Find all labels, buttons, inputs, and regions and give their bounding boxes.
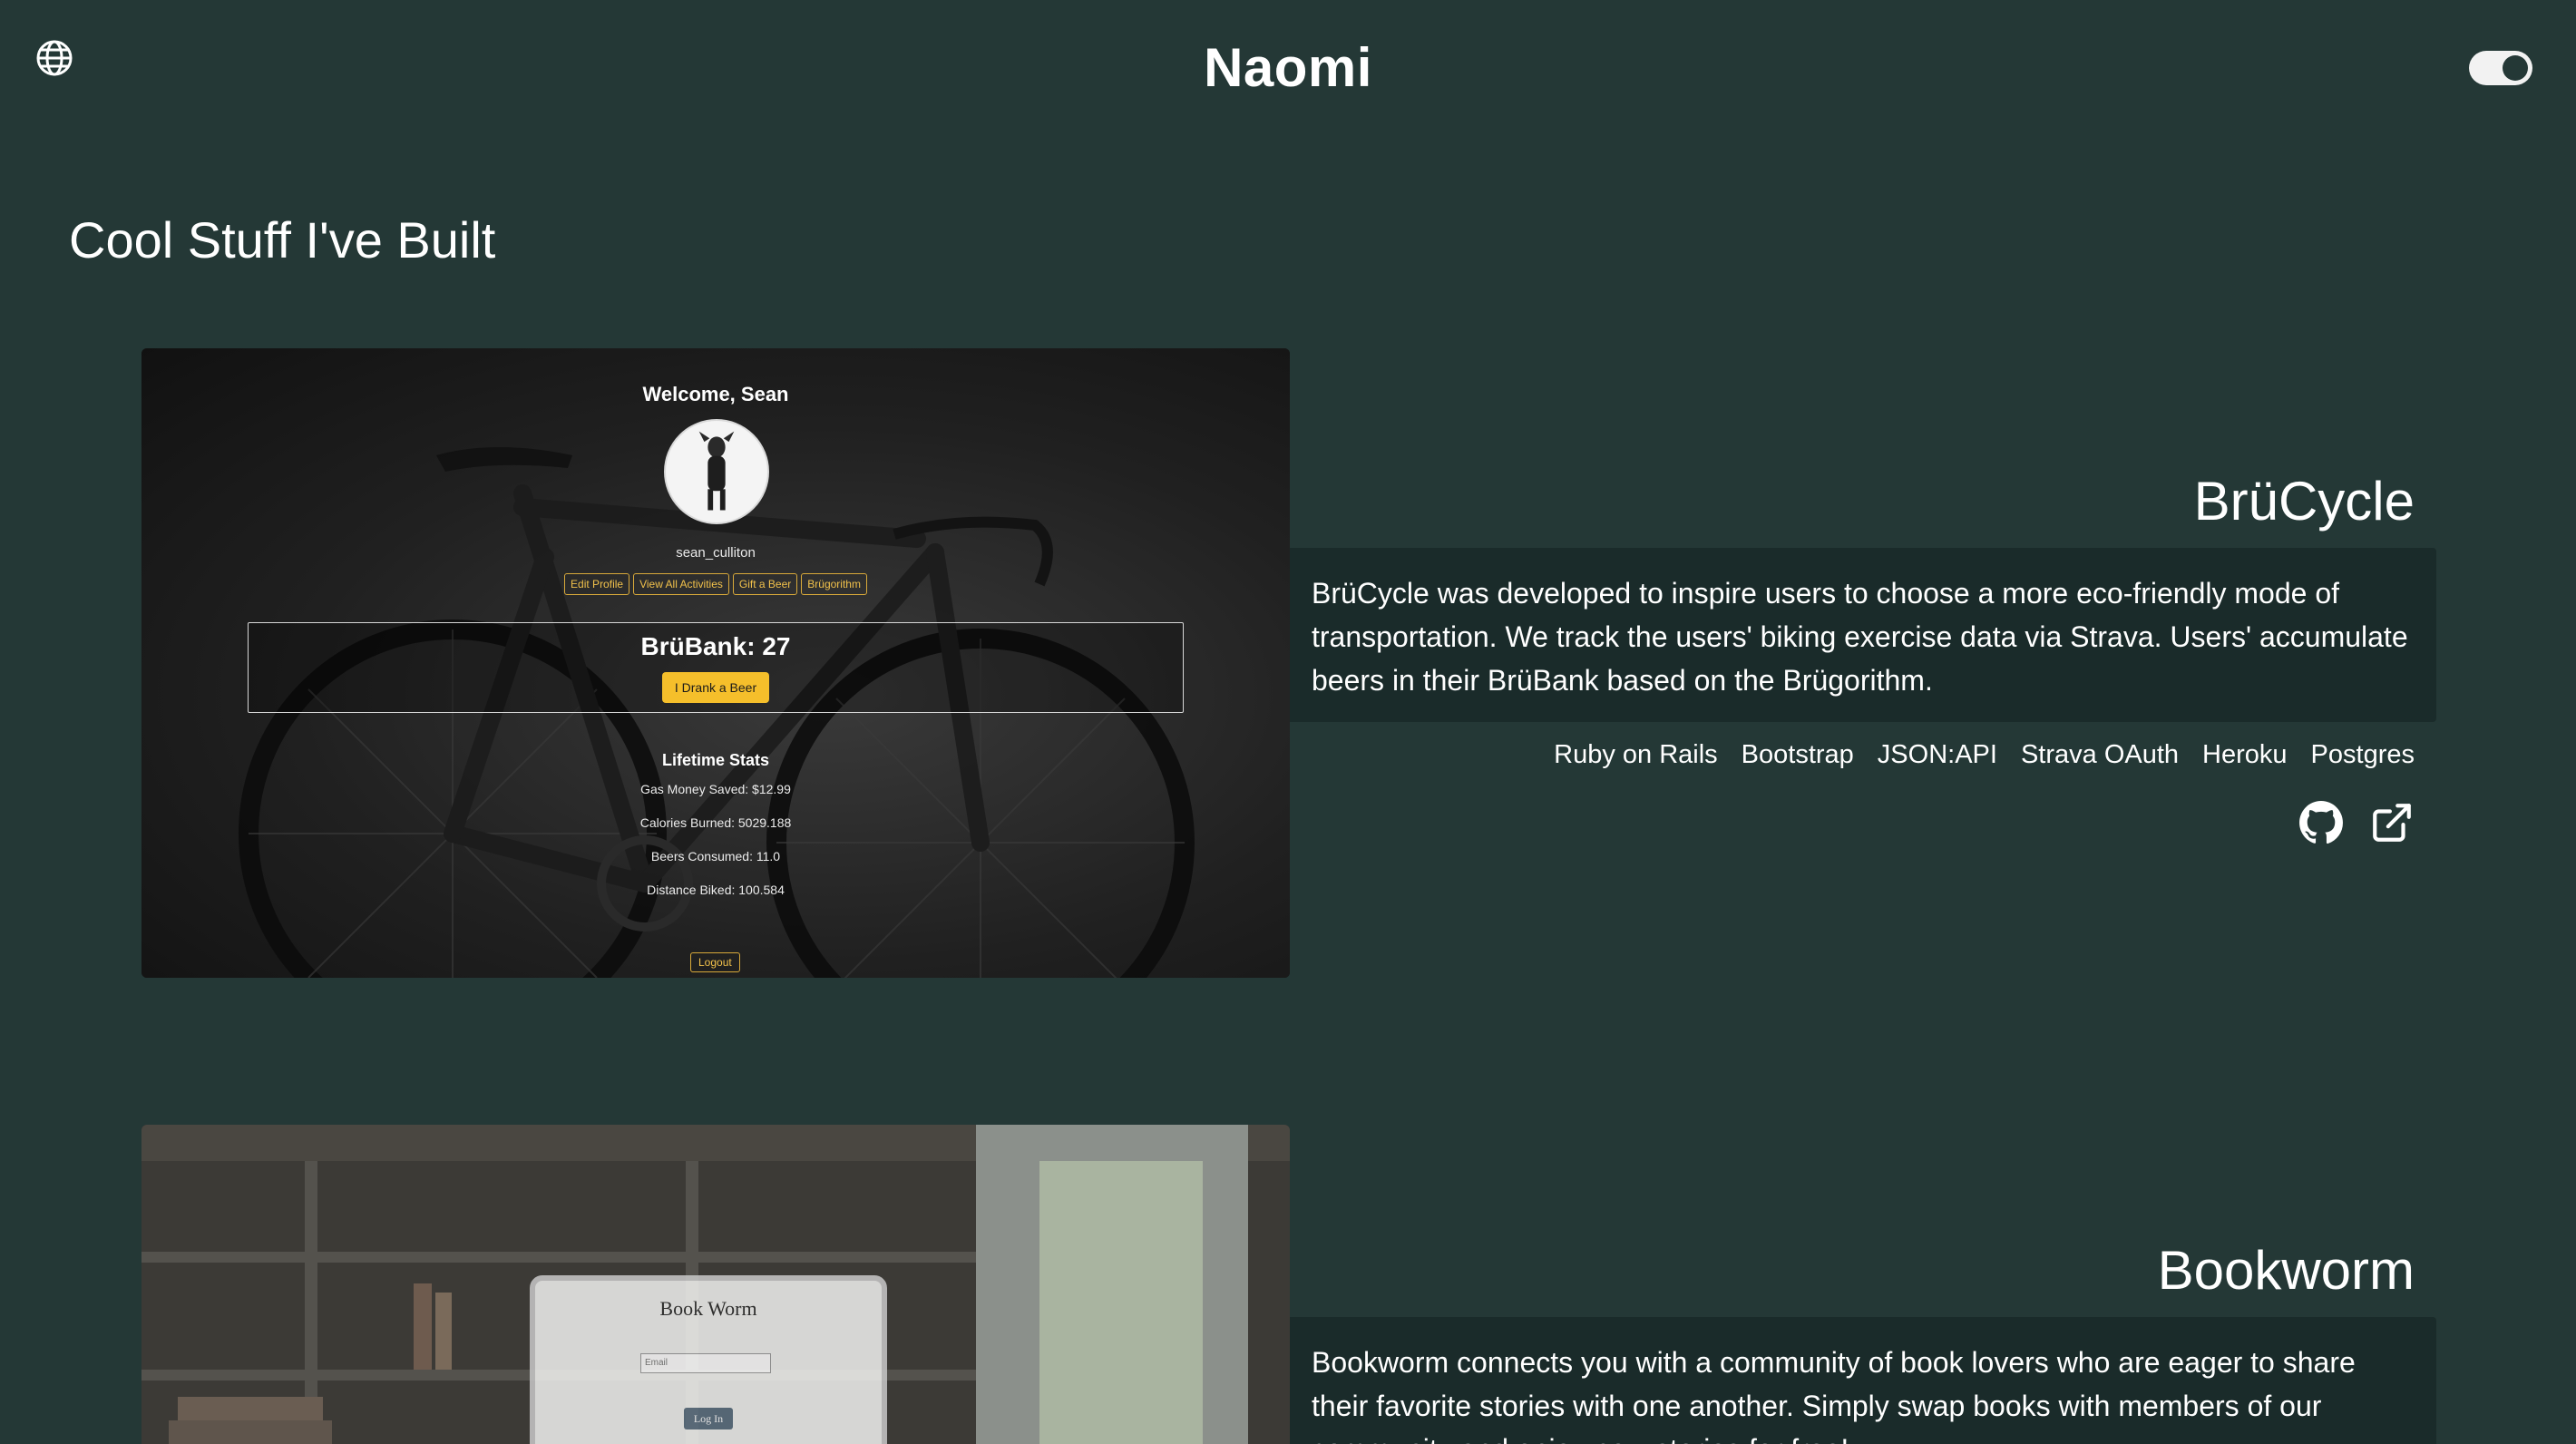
stats-title: Lifetime Stats	[661, 751, 770, 769]
section-title: Cool Stuff I've Built	[69, 211, 496, 268]
gift-beer-link: Gift a Beer	[732, 573, 798, 595]
shelf-board	[141, 1252, 976, 1263]
brubank-title: BrüBank: 27	[640, 632, 791, 660]
book	[435, 1293, 452, 1370]
drank-beer-button: I Drank a Beer	[662, 672, 769, 703]
window-pane	[1039, 1161, 1203, 1444]
theme-toggle[interactable]	[2469, 51, 2532, 85]
tech-item: Postgres	[2310, 740, 2415, 769]
dog-avatar-icon	[698, 431, 735, 511]
stat-distance: Distance Biked: 100.584	[647, 883, 785, 897]
project-title-brucycle: BrüCycle	[2193, 471, 2415, 532]
bookworm-email-field: Email	[640, 1353, 771, 1373]
tech-item: JSON:API	[1877, 740, 1997, 769]
project-title-bookworm: Bookworm	[2157, 1240, 2415, 1301]
stat-beers: Beers Consumed: 11.0	[650, 849, 781, 863]
bookworm-screenshot[interactable]: Book Worm Email Log In	[141, 1125, 1290, 1444]
edit-profile-link: Edit Profile	[564, 573, 630, 595]
bookworm-login-button: Log In	[684, 1408, 733, 1429]
external-link-icon[interactable]	[2369, 800, 2415, 845]
tech-item: Heroku	[2202, 740, 2288, 769]
bookworm-app-preview: Book Worm Email Log In	[530, 1275, 887, 1444]
github-icon[interactable]	[2298, 800, 2344, 845]
project-description-bookworm: Bookworm connects you with a community o…	[1290, 1317, 2436, 1444]
project-description-brucycle: BrüCycle was developed to inspire users …	[1290, 548, 2436, 722]
project-links-brucycle	[2298, 800, 2415, 845]
username: sean_culliton	[676, 545, 756, 561]
stat-calories: Calories Burned: 5029.188	[639, 815, 792, 830]
portfolio-page: Naomi Cool Stuff I've Built Welcome, Sea…	[0, 0, 2576, 1444]
tech-item: Strava OAuth	[2020, 740, 2180, 769]
stat-gas-money: Gas Money Saved: $12.99	[640, 782, 791, 796]
bookworm-app-title: Book Worm	[659, 1297, 757, 1320]
book	[414, 1283, 432, 1370]
book-stack	[178, 1397, 323, 1420]
book-stack	[169, 1420, 332, 1444]
logout-button: Logout	[690, 952, 740, 972]
welcome-text: Welcome, Sean	[642, 383, 789, 405]
avatar	[664, 419, 769, 524]
toggle-knob	[2503, 55, 2528, 81]
view-activities-link: View All Activities	[633, 573, 729, 595]
brugorithm-link: Brügorithm	[801, 573, 867, 595]
brucycle-screenshot[interactable]: Welcome, Sean sean_culliton Edit Profile…	[141, 348, 1290, 978]
brucycle-dashboard: Welcome, Sean sean_culliton Edit Profile…	[141, 348, 1290, 978]
tech-item: Bootstrap	[1741, 740, 1854, 769]
tech-item: Ruby on Rails	[1554, 740, 1718, 769]
site-title[interactable]: Naomi	[0, 36, 2576, 99]
dashboard-nav: Edit Profile View All Activities Gift a …	[141, 573, 1290, 595]
brubank-panel: BrüBank: 27 I Drank a Beer	[248, 622, 1184, 713]
tech-list-brucycle: Ruby on Rails Bootstrap JSON:API Strava …	[1554, 740, 2415, 770]
